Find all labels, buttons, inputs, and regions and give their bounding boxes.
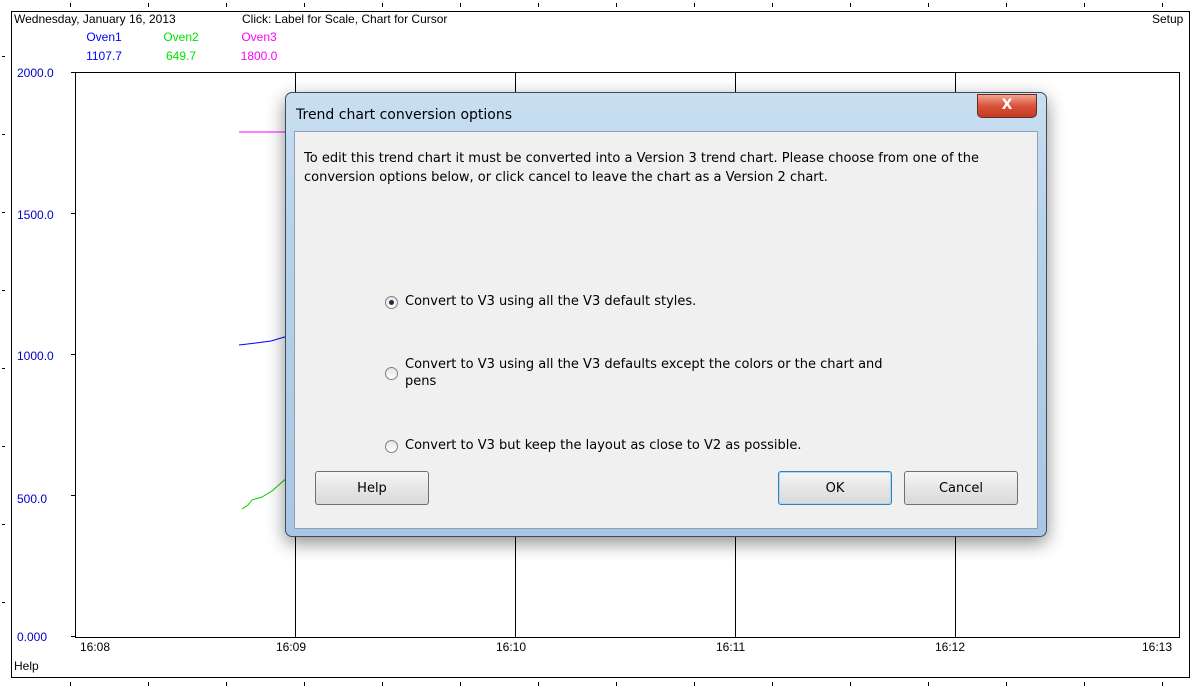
- dialog-title: Trend chart conversion options: [296, 107, 513, 123]
- top-tick: [226, 3, 227, 7]
- top-tick: [382, 3, 383, 7]
- side-tick: [2, 368, 5, 369]
- oven2-trend-line: [241, 476, 289, 510]
- pen-oven2-value[interactable]: 649.7: [151, 49, 211, 63]
- pen-oven3-name[interactable]: Oven3: [229, 30, 289, 44]
- x-axis-label: 16:12: [935, 640, 966, 654]
- top-tick: [460, 3, 461, 7]
- y-axis-label-1000[interactable]: 1000.0: [17, 349, 54, 363]
- x-axis-label: 16:13: [1142, 640, 1173, 654]
- bottom-tick: [538, 682, 539, 686]
- help-status-link[interactable]: Help: [14, 659, 39, 673]
- side-tick: [2, 290, 5, 291]
- radio-button[interactable]: [385, 296, 398, 309]
- top-tick: [1162, 3, 1163, 7]
- radio-selected-dot: [389, 300, 394, 305]
- side-tick: [2, 524, 5, 525]
- bottom-tick: [1006, 682, 1007, 686]
- side-tick: [2, 446, 5, 447]
- top-tick: [1006, 3, 1007, 7]
- option-label[interactable]: Convert to V3 using all the V3 default s…: [405, 293, 696, 310]
- bottom-tick: [1084, 682, 1085, 686]
- bottom-tick: [772, 682, 773, 686]
- dialog-description: To edit this trend chart it must be conv…: [304, 151, 979, 185]
- option-label[interactable]: Convert to V3 but keep the layout as clo…: [405, 437, 802, 454]
- bottom-tick: [382, 682, 383, 686]
- pen-oven1-name[interactable]: Oven1: [74, 30, 134, 44]
- top-tick: [148, 3, 149, 7]
- chart-date: Wednesday, January 16, 2013: [14, 12, 176, 26]
- radio-button[interactable]: [385, 440, 398, 453]
- top-tick: [772, 3, 773, 7]
- bottom-tick: [148, 682, 149, 686]
- close-button[interactable]: X: [977, 94, 1037, 118]
- top-tick: [694, 3, 695, 7]
- bottom-tick: [460, 682, 461, 686]
- side-tick: [2, 602, 5, 603]
- oven1-trend-line: [238, 335, 289, 346]
- radio-button[interactable]: [385, 367, 398, 380]
- bottom-tick: [694, 682, 695, 686]
- cancel-button[interactable]: Cancel: [904, 471, 1018, 505]
- pen-oven3-value[interactable]: 1800.0: [229, 49, 289, 63]
- side-tick: [2, 212, 5, 213]
- x-axis-label: 16:09: [276, 640, 307, 654]
- top-tick: [538, 3, 539, 7]
- bottom-tick: [304, 682, 305, 686]
- bottom-tick: [850, 682, 851, 686]
- chart-instruction: Click: Label for Scale, Chart for Cursor: [242, 12, 448, 26]
- dialog-body: To edit this trend chart it must be conv…: [294, 131, 1038, 529]
- x-axis-label: 16:10: [496, 640, 527, 654]
- conversion-options-dialog: Trend chart conversion options X To edit…: [285, 92, 1047, 537]
- side-tick: [2, 134, 5, 135]
- top-tick: [928, 3, 929, 7]
- side-tick: [2, 56, 5, 57]
- help-button[interactable]: Help: [315, 471, 429, 505]
- y-axis-label-500[interactable]: 500.0: [17, 492, 47, 506]
- bottom-tick: [1162, 682, 1163, 686]
- setup-button[interactable]: Setup: [1152, 12, 1183, 26]
- bottom-tick: [928, 682, 929, 686]
- pen-oven1-value[interactable]: 1107.7: [74, 49, 134, 63]
- top-tick: [616, 3, 617, 7]
- x-axis-label: 16:08: [80, 640, 111, 654]
- y-axis-label-0[interactable]: 0.000: [17, 630, 47, 644]
- bottom-tick: [226, 682, 227, 686]
- top-tick: [70, 3, 71, 7]
- bottom-tick: [616, 682, 617, 686]
- y-axis-label-2000[interactable]: 2000.0: [17, 66, 54, 80]
- top-tick: [1084, 3, 1085, 7]
- top-tick: [850, 3, 851, 7]
- y-axis-label-1500[interactable]: 1500.0: [17, 208, 54, 222]
- option-label-line2[interactable]: pens: [405, 373, 436, 390]
- ok-button[interactable]: OK: [778, 471, 892, 505]
- x-axis-label: 16:11: [716, 640, 746, 654]
- bottom-tick: [70, 682, 71, 686]
- top-tick: [304, 3, 305, 7]
- option-label-line1[interactable]: Convert to V3 using all the V3 defaults …: [405, 356, 883, 373]
- pen-oven2-name[interactable]: Oven2: [151, 30, 211, 44]
